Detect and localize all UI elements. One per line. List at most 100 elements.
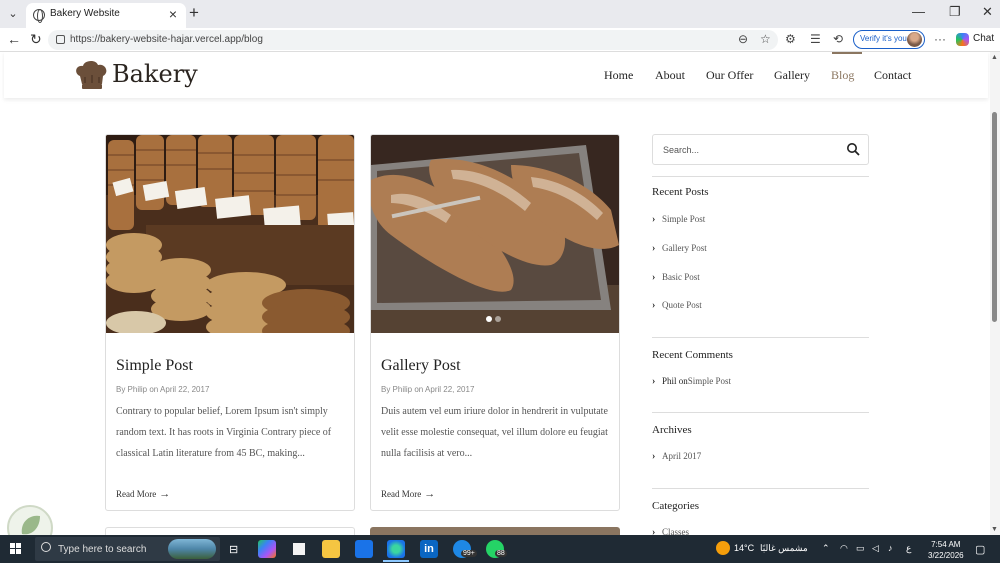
read-more-label: Read More <box>116 489 157 499</box>
globe-icon <box>33 9 45 23</box>
edge-browser-icon[interactable] <box>387 540 405 558</box>
search-icon[interactable] <box>846 142 860 156</box>
back-icon[interactable]: ← <box>7 31 21 47</box>
scroll-thumb[interactable] <box>992 112 997 322</box>
wifi-icon[interactable]: ◠ <box>840 543 848 554</box>
chef-hat-icon[interactable] <box>74 60 110 90</box>
recent-comment-item[interactable]: › Phil onSimple Post <box>652 376 731 387</box>
windows-start-icon[interactable] <box>10 543 22 555</box>
close-window-icon[interactable]: ✕ <box>982 4 993 20</box>
nav-gallery[interactable]: Gallery <box>774 68 810 83</box>
post-excerpt: Contrary to popular belief, Lorem Ipsum … <box>116 406 332 459</box>
comment-connector: on <box>678 376 688 386</box>
recent-post-link[interactable]: › Basic Post <box>652 272 700 283</box>
bread-tray-image[interactable] <box>371 135 619 333</box>
post-title[interactable]: Gallery Post <box>381 357 461 375</box>
verify-identity-button[interactable]: Verify it's you <box>853 30 925 49</box>
divider <box>652 337 869 338</box>
profile-avatar <box>907 32 922 47</box>
post-meta: By Philip on April 22, 2017 <box>381 385 475 394</box>
read-more-link[interactable]: Read More → <box>381 488 435 500</box>
sidebar-search-input[interactable]: Search... <box>652 134 869 165</box>
chevron-right-icon: › <box>652 451 656 462</box>
tab-title: Bakery Website <box>50 8 120 19</box>
notifications-icon[interactable]: ▢ <box>975 543 985 556</box>
browser-tab[interactable]: Bakery Website × <box>26 3 186 28</box>
weather-description[interactable]: مشمس غالبًا <box>760 543 808 554</box>
search-highlight-image[interactable] <box>168 539 216 559</box>
restore-icon[interactable]: ❐ <box>949 4 961 20</box>
file-explorer-icon[interactable] <box>322 540 340 558</box>
recent-comments-heading: Recent Comments <box>652 349 733 361</box>
cookie-display-image[interactable] <box>106 135 354 333</box>
slider-dot-active[interactable] <box>486 316 492 322</box>
arrow-right-icon: → <box>159 488 171 500</box>
minimize-icon[interactable]: — <box>912 4 925 19</box>
category-label: Classes <box>662 527 689 535</box>
read-more-link[interactable]: Read More → <box>116 488 170 500</box>
weather-sun-icon[interactable] <box>716 541 730 555</box>
post-title[interactable]: Simple Post <box>116 357 193 375</box>
tray-chevron-icon[interactable]: ⌃ <box>822 543 830 554</box>
next-post-card <box>370 527 620 535</box>
nav-our-offer[interactable]: Our Offer <box>706 68 753 83</box>
taskbar-search-text: Type here to search <box>58 544 147 555</box>
refresh-icon[interactable]: ↻ <box>30 31 42 48</box>
taskbar-search-box[interactable]: Type here to search <box>35 537 220 561</box>
chevron-right-icon: › <box>652 300 656 311</box>
browser-tab-bar: ⌄ Bakery Website × + — ❐ ✕ <box>0 0 1000 28</box>
url-field[interactable]: https://bakery-website-hajar.vercel.app/… <box>48 30 778 50</box>
copilot-app-icon[interactable] <box>258 540 276 558</box>
active-nav-indicator <box>832 52 862 54</box>
nav-blog[interactable]: Blog <box>831 68 854 83</box>
outlook-icon[interactable] <box>355 540 373 558</box>
recent-post-label: Quote Post <box>662 300 702 310</box>
tab-list-chevron-icon[interactable]: ⌄ <box>4 5 22 23</box>
speaker-icon[interactable]: ◁ <box>872 543 879 554</box>
comment-post-link[interactable]: Simple Post <box>688 376 731 386</box>
slider-dot[interactable] <box>495 316 501 322</box>
url-text: https://bakery-website-hajar.vercel.app/… <box>70 34 263 45</box>
categories-heading: Categories <box>652 500 700 512</box>
nav-contact[interactable]: Contact <box>874 68 911 83</box>
chevron-right-icon: › <box>652 214 656 225</box>
scroll-down-icon[interactable]: ▼ <box>991 526 998 533</box>
extensions-icon[interactable]: ⚙ <box>785 32 796 46</box>
linkedin-icon[interactable]: in <box>420 540 438 558</box>
favorite-star-icon[interactable]: ☆ <box>760 32 771 46</box>
more-menu-icon[interactable]: ··· <box>934 32 946 46</box>
windows-taskbar: Type here to search ⊟ in 99+ 88 14°C مشم… <box>0 535 1000 563</box>
site-logo[interactable]: Bakery <box>112 60 198 88</box>
recent-post-label: Gallery Post <box>662 243 707 253</box>
site-header: Bakery Home About Our Offer Gallery Blog… <box>4 52 988 98</box>
site-info-icon[interactable] <box>56 35 65 44</box>
recent-post-label: Simple Post <box>662 214 706 224</box>
nav-about[interactable]: About <box>655 68 685 83</box>
store-app-icon[interactable] <box>290 540 308 558</box>
scroll-up-icon[interactable]: ▲ <box>991 54 998 61</box>
website-viewport: Bakery Home About Our Offer Gallery Blog… <box>0 52 990 535</box>
nav-home[interactable]: Home <box>604 68 633 83</box>
recent-post-link[interactable]: › Gallery Post <box>652 243 707 254</box>
archive-link[interactable]: › April 2017 <box>652 451 701 462</box>
chevron-right-icon: › <box>652 272 656 283</box>
read-aloud-icon[interactable]: ⊖ <box>738 32 748 46</box>
category-link[interactable]: › Classes <box>652 527 689 535</box>
battery-icon[interactable]: ▭ <box>856 543 865 554</box>
floating-leaf-badge-icon[interactable] <box>2 504 58 535</box>
task-view-icon[interactable]: ⊟ <box>229 543 238 556</box>
taskbar-clock[interactable]: 7:54 AM 3/22/2026 <box>928 539 964 561</box>
clock-date: 3/22/2026 <box>928 551 964 560</box>
weather-temperature[interactable]: 14°C <box>734 543 754 553</box>
page-scrollbar[interactable]: ▲ ▼ <box>990 52 1000 535</box>
post-card: Gallery Post By Philip on April 22, 2017… <box>370 134 620 511</box>
recent-post-link[interactable]: › Simple Post <box>652 214 705 225</box>
verify-label: Verify it's you <box>860 34 907 43</box>
new-tab-icon[interactable]: + <box>189 3 199 23</box>
close-tab-icon[interactable]: × <box>169 6 177 22</box>
history-icon[interactable]: ⟲ <box>833 32 843 46</box>
recent-post-link[interactable]: › Quote Post <box>652 300 702 311</box>
sound-icon[interactable]: ♪ <box>888 543 893 553</box>
favorites-icon[interactable]: ☰ <box>810 32 821 46</box>
language-indicator[interactable]: ع <box>906 543 911 554</box>
